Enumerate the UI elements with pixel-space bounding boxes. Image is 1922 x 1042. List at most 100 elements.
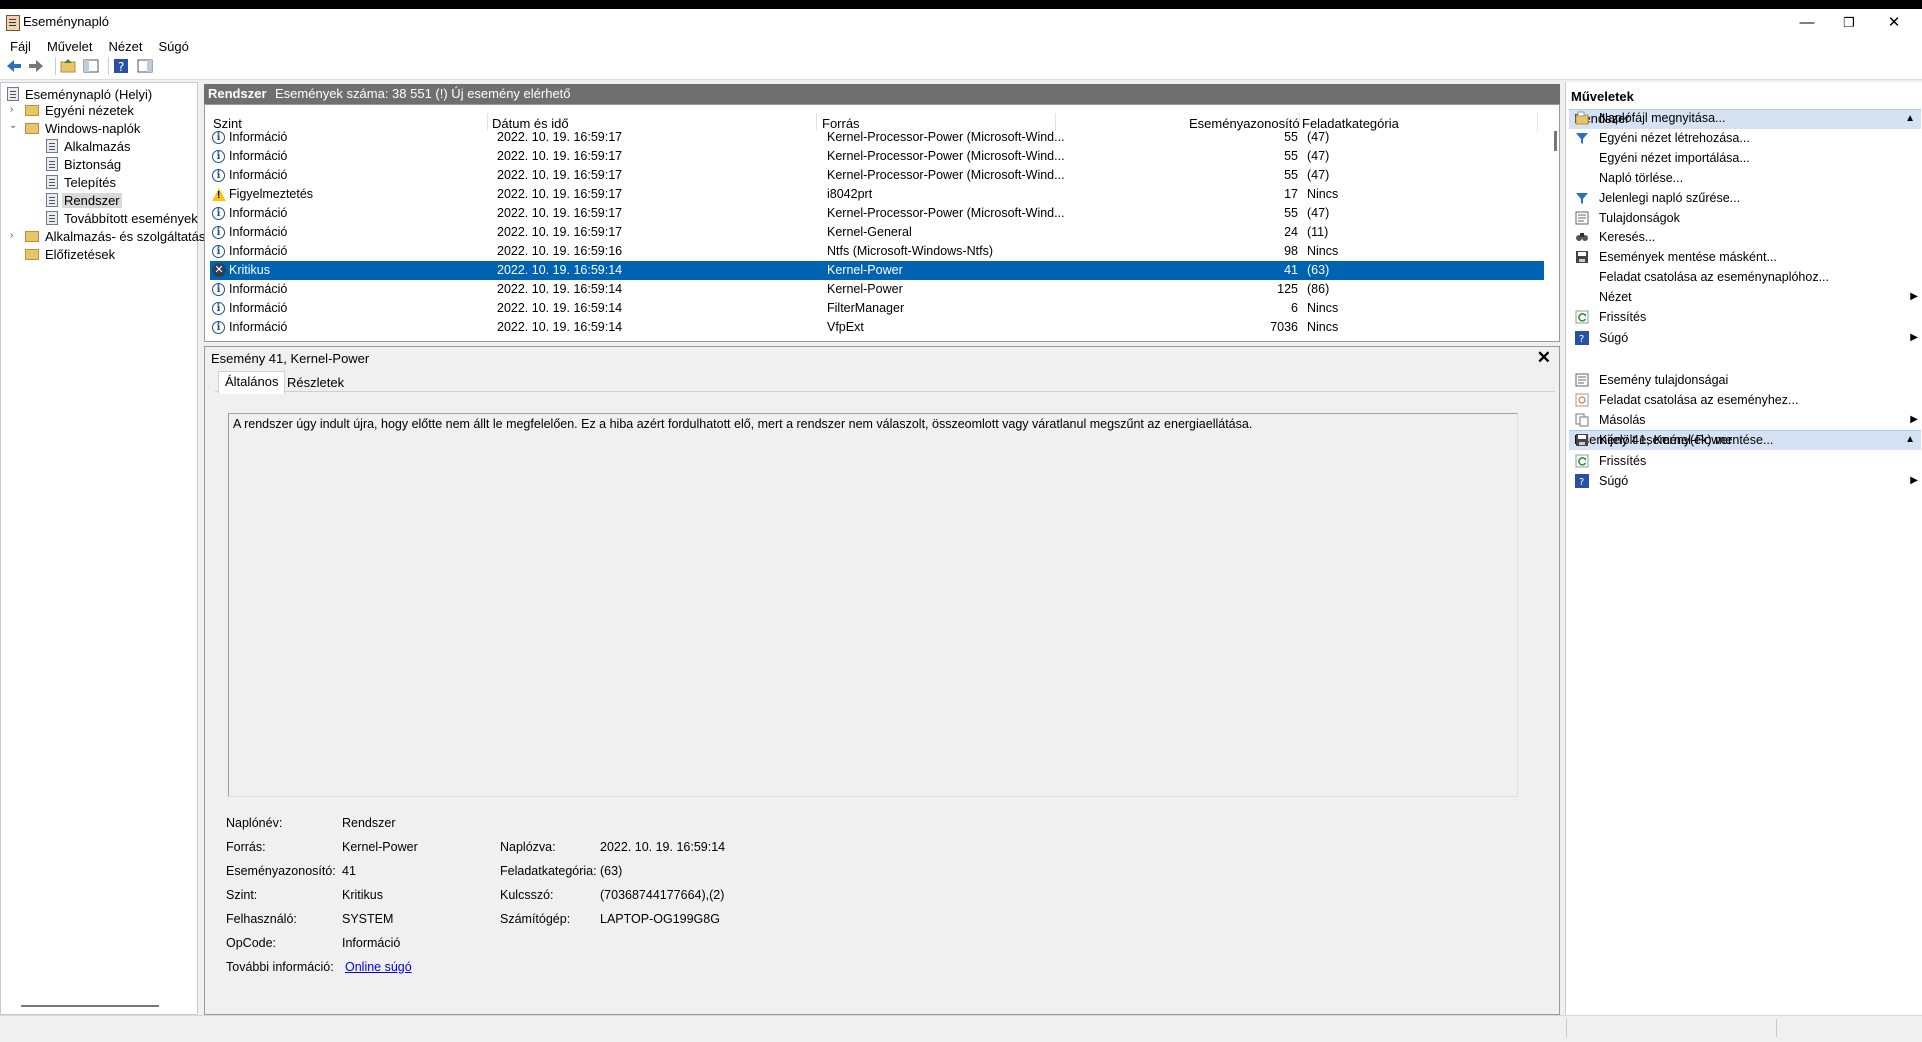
action-label: Jelenlegi napló szűrése... [1599,191,1741,205]
tree-item-setup[interactable]: Telepítés [46,174,118,191]
folder-icon [25,123,39,134]
action-save-events[interactable]: Események mentése másként... [1575,247,1920,267]
tree-item-custom-views[interactable]: Egyéni nézetek [25,102,136,119]
event-row[interactable]: ✕ Kritikus 2022. 10. 19. 16:59:14 Kernel-Po… [210,261,1544,280]
row-level: Információ [229,320,288,334]
value-keywords: (70368744177664),(2) [600,888,725,902]
value-task-category: (63) [600,864,623,878]
tree-horizontal-scrollbar[interactable] [21,1005,159,1007]
tree-item-forwarded-events[interactable]: Továbbított események [46,210,200,227]
menu-file[interactable]: Fájl [10,38,31,54]
close-details-icon[interactable]: ✕ [1537,348,1551,368]
toolbar: ? [0,54,1922,80]
row-date: 2022. 10. 19. 16:59:14 [497,301,623,315]
tree-item-application[interactable]: Alkalmazás [46,138,132,155]
tree-item-security[interactable]: Biztonság [46,156,123,173]
row-date: 2022. 10. 19. 16:59:17 [497,225,623,239]
action-import-view[interactable]: Egyéni nézet importálása... [1575,148,1920,168]
value-source: Kernel-Power [342,840,418,854]
action-refresh[interactable]: Frissítés [1575,307,1920,327]
action-open-log[interactable]: Naplófájl megnyitása... [1575,108,1920,128]
event-row[interactable]: i Információ 2022. 10. 19. 16:59:17 Kernel-… [210,204,1544,223]
menu-help[interactable]: Súgó [158,38,188,54]
show-hide-action-pane-icon[interactable] [136,57,154,75]
action-filter-log[interactable]: Jelenlegi napló szűrése... [1575,188,1920,208]
event-row[interactable]: i Információ 2022. 10. 19. 16:59:17 Kernel-… [210,223,1544,242]
label-user: Felhasználó: [226,912,297,926]
up-folder-icon[interactable] [59,57,77,75]
forward-arrow-icon[interactable] [27,57,45,75]
value-level: Kritikus [342,888,383,902]
event-description-box[interactable]: A rendszer úgy indult újra, hogy előtte … [228,413,1518,797]
action-label: Napló törlése... [1599,171,1684,185]
event-list-scrollbar[interactable] [1554,131,1557,151]
row-task-category: Nincs [1307,320,1339,334]
submenu-arrow-icon: ▶ [1910,291,1918,302]
action-clear-log[interactable]: Napló törlése... [1575,168,1920,188]
action-save-selected-events[interactable]: Kijelölt esemény(ek) mentése... [1575,430,1920,450]
filter-log-icon [1576,193,1588,204]
show-hide-tree-icon[interactable] [82,57,100,75]
event-row[interactable]: i Információ 2022. 10. 19. 16:59:17 Kernel-… [210,166,1544,185]
tree-root[interactable]: Eseménynapló (Helyi) [7,86,154,103]
label-log-name: Naplónév: [226,816,283,830]
row-level: Kritikus [229,263,270,277]
action-create-custom-view[interactable]: Egyéni nézet létrehozása... [1575,128,1920,148]
row-source: FilterManager [827,301,905,315]
row-event-id: 55 [1284,130,1298,144]
folder-icon [25,249,39,260]
action-copy[interactable]: Másolás ▶ [1575,410,1920,430]
minimize-button[interactable]: — [1784,9,1830,37]
event-row[interactable]: i Információ 2022. 10. 19. 16:59:17 Kernel-… [210,128,1544,147]
action-refresh[interactable]: Frissítés [1575,451,1920,471]
tab-general[interactable]: Általános [218,371,286,394]
find-icon [1576,233,1588,241]
tree-item-app-services[interactable]: Alkalmazás- és szolgáltatásn [25,228,215,245]
action-view[interactable]: Nézet ▶ [1575,287,1920,307]
event-row[interactable]: i Információ 2022. 10. 19. 16:59:16 Ntfs (M… [210,242,1544,261]
actions-title: Műveletek [1571,89,1634,104]
online-help-link[interactable]: Online súgó [345,960,412,974]
event-count: Események száma: 38 551 (!) Új esemény e… [275,86,571,101]
action-find[interactable]: Keresés... [1575,227,1920,247]
back-arrow-icon[interactable] [5,57,23,75]
tree-item-system[interactable]: Rendszer [46,192,122,209]
action-label: Feladat csatolása az eseményhez... [1599,393,1799,407]
menu-view[interactable]: Nézet [108,38,142,54]
event-details-pane: Esemény 41, Kernel-Power ✕ Általános Rés… [204,346,1560,1015]
tree-item-subscriptions[interactable]: Előfizetések [25,246,117,263]
event-row[interactable]: i Információ 2022. 10. 19. 16:59:14 FilterM… [210,299,1544,318]
help-icon[interactable]: ? [112,57,130,75]
event-row[interactable]: i Információ 2022. 10. 19. 16:59:17 Kernel-… [210,147,1544,166]
action-attach-task-to-event[interactable]: Feladat csatolása az eseményhez... [1575,390,1920,410]
log-icon [46,157,58,171]
value-log-name: Rendszer [342,816,396,830]
event-row[interactable]: Figyelmeztetés 2022. 10. 19. 16:59:17 i804… [210,185,1544,204]
tab-details[interactable]: Részletek [281,373,350,392]
maximize-button[interactable]: ❐ [1826,9,1872,37]
action-help[interactable]: ? Súgó ▶ [1575,471,1920,491]
action-event-properties[interactable]: Esemény tulajdonságai [1575,370,1920,390]
action-properties[interactable]: Tulajdonságok [1575,208,1920,228]
console-tree: Eseménynapló (Helyi) › Egyéni nézetek ⌄ … [0,82,213,1015]
open-log-icon [1575,111,1589,125]
action-help[interactable]: ? Súgó ▶ [1575,328,1920,348]
event-row[interactable]: i Információ 2022. 10. 19. 16:59:14 Kernel-… [210,280,1544,299]
action-label: Nézet [1599,290,1632,304]
row-event-id: 125 [1277,282,1298,296]
log-name: Rendszer [208,86,267,101]
expand-chevron-icon[interactable]: › [10,230,13,241]
action-attach-task[interactable]: Feladat csatolása az eseménynaplóhoz... [1575,267,1920,287]
collapse-chevron-icon[interactable]: ⌄ [9,120,17,131]
row-level: Információ [229,225,288,239]
event-row[interactable]: i Információ 2022. 10. 19. 16:59:14 VfpExt 7… [210,318,1544,337]
row-source: Kernel-Processor-Power (Microsoft-Wind..… [827,149,1065,163]
action-label: Súgó [1599,474,1629,488]
menu-action[interactable]: Művelet [47,38,93,54]
action-label: Kijelölt esemény(ek) mentése... [1599,433,1774,447]
expand-chevron-icon[interactable]: › [10,104,13,115]
row-level: Információ [229,206,288,220]
close-button[interactable]: ✕ [1871,9,1917,37]
tree-item-windows-logs[interactable]: Windows-naplók [25,120,142,137]
row-source: Kernel-Processor-Power (Microsoft-Wind..… [827,168,1065,182]
